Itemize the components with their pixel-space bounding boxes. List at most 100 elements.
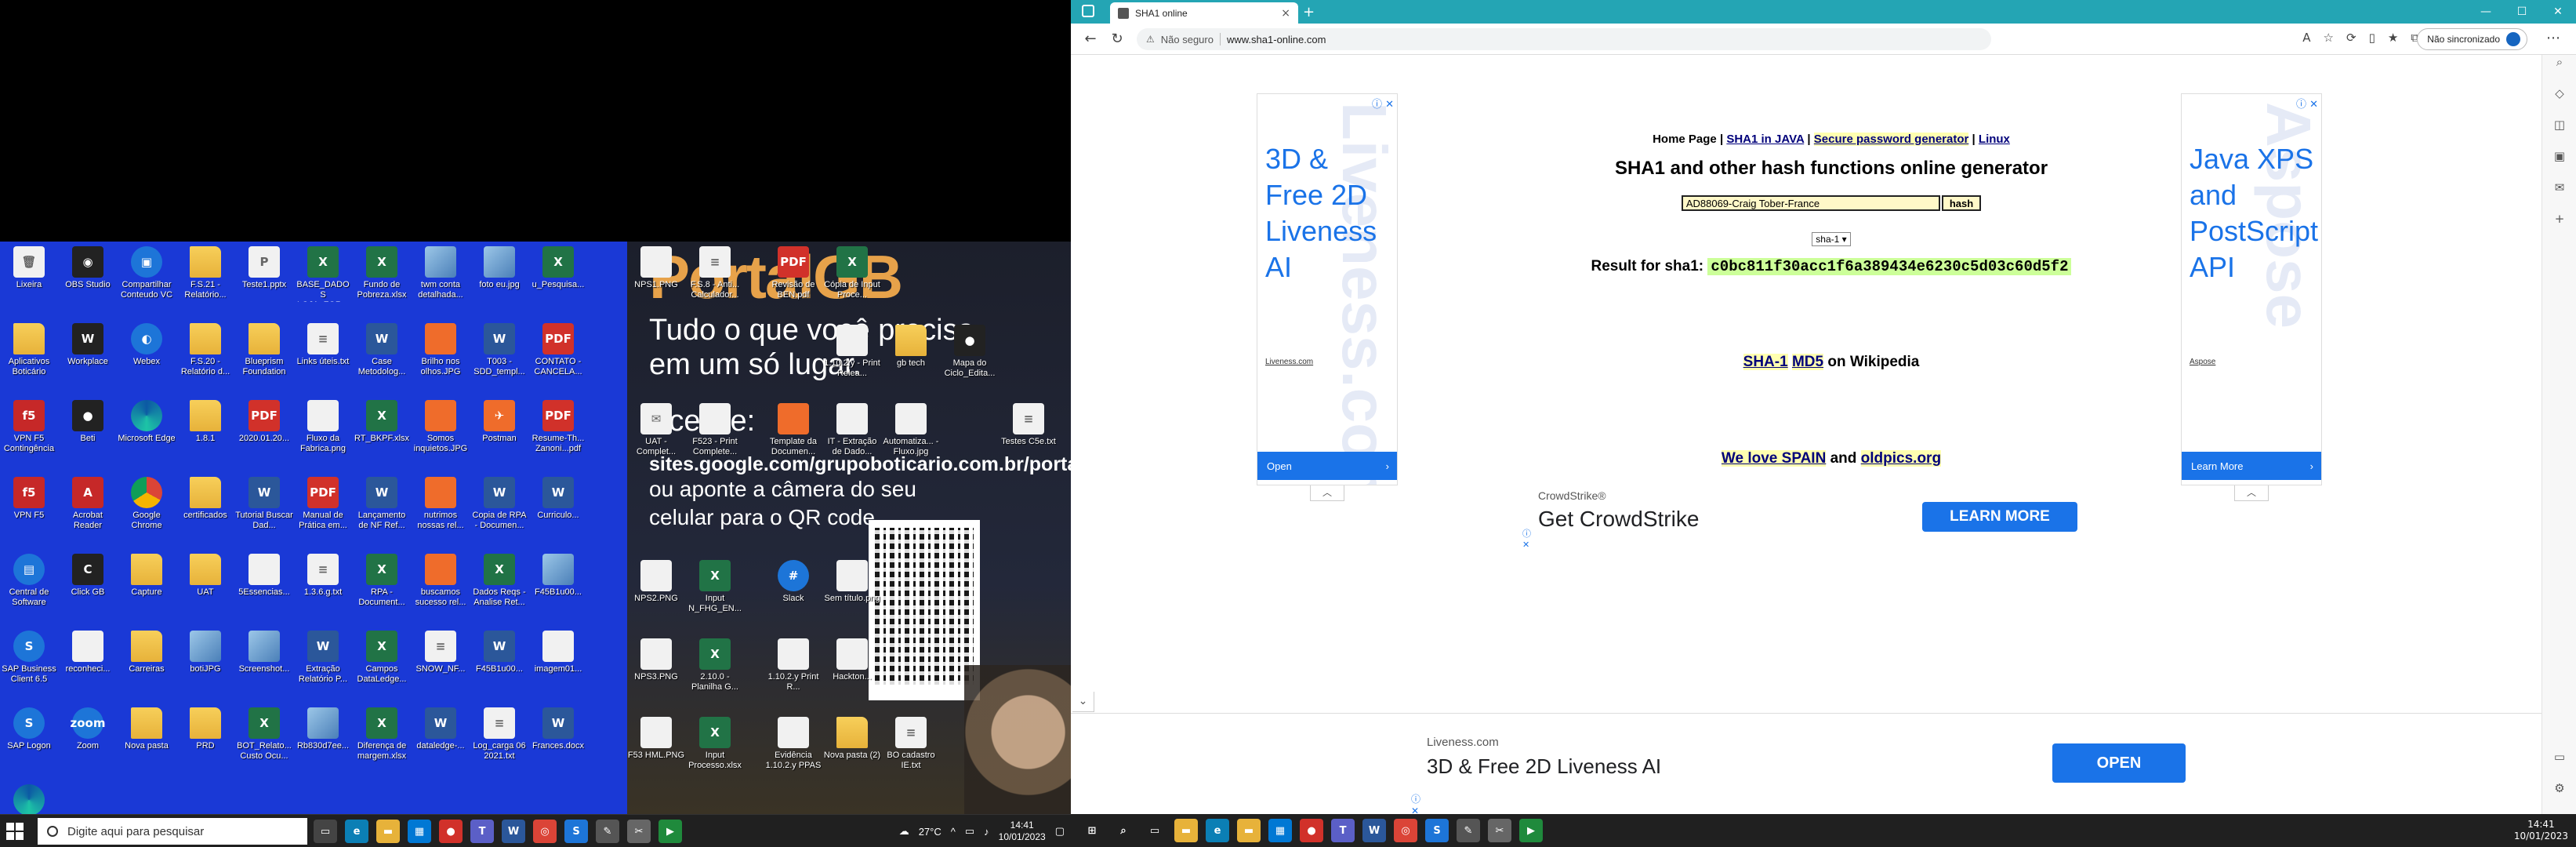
desktop-icon[interactable]: F45B1u00... [529, 552, 587, 626]
desktop-icon[interactable]: 1.10.2.y Print R... [764, 637, 822, 711]
desktop-icon[interactable]: ≡ Testes C5e.txt [1000, 402, 1058, 475]
desktop-icon[interactable]: X RT_BKPF.xlsx [353, 398, 411, 472]
notepad-taskbar-icon[interactable]: ✎ [596, 820, 619, 843]
word-taskbar-icon[interactable]: W [1362, 819, 1386, 842]
desktop-icon[interactable]: Automatiza... - Fluxo.jpg [882, 402, 940, 475]
desktop-icon[interactable]: X Input N_FHG_EN... [686, 558, 744, 632]
desktop-icon[interactable]: ≡ F.S.8 - Anti... Calculador... [686, 245, 744, 318]
desktop-icon[interactable]: W Curriculo... [529, 475, 587, 549]
desktop-icon[interactable]: W Lançamento de NF Ref... [353, 475, 411, 549]
desktop-icon[interactable]: Nova pasta (2) [823, 715, 881, 789]
desktop-icon[interactable]: f5 VPN F5 Contingência [0, 398, 58, 472]
word-taskbar-icon[interactable]: W [502, 820, 525, 843]
desktop-icon[interactable]: Rb830d7ee... [294, 706, 352, 780]
task-view-icon[interactable]: ▭ [1143, 819, 1166, 842]
sidebar-outlook-icon[interactable]: ✉ [2542, 180, 2576, 212]
desktop-icon[interactable]: X Fundo de Pobreza.xlsx [353, 245, 411, 318]
desktop-icon[interactable]: nutrimos nossas rel... [412, 475, 470, 549]
network-icon[interactable]: ▭ [965, 825, 974, 838]
desktop-icon[interactable]: X Input Processo.xlsx [686, 715, 744, 789]
desktop-icon[interactable]: ≡ Log_carga 06 2021.txt [470, 706, 528, 780]
extensions-refresh-icon[interactable]: ⟳ [2346, 31, 2356, 45]
snip-taskbar-icon[interactable]: ✂ [627, 820, 651, 843]
new-tab-button[interactable]: + [1303, 4, 1315, 20]
desktop-icon[interactable]: Capture [118, 552, 176, 626]
taskbar-clock[interactable]: 14:41 10/01/2023 [999, 820, 1046, 843]
minimize-button[interactable]: — [2468, 0, 2504, 24]
address-bar[interactable]: ⚠ Não seguro www.sha1-online.com [1137, 28, 1991, 50]
desktop-icon[interactable]: S SAP Business Client 6.5 [0, 629, 58, 703]
teams-icon[interactable]: T [1331, 819, 1355, 842]
desktop-icon[interactable]: W F45B1u00... [470, 629, 528, 703]
desktop-icon[interactable]: ✈ Postman [470, 398, 528, 472]
desktop-icon[interactable]: 1.8.1 [176, 398, 234, 472]
desktop-icon[interactable]: 🗑 Lixeira [0, 245, 58, 318]
desktop-icon[interactable]: 1.10.2.y - Print Relea... [823, 323, 881, 397]
nav-sha1-java[interactable]: SHA1 in JAVA [1726, 133, 1804, 146]
hash-button[interactable]: hash [1941, 195, 1982, 211]
maximize-button[interactable]: ☐ [2504, 0, 2540, 24]
desktop-icon[interactable]: PDF Revisão de BEN.pdf [764, 245, 822, 318]
desktop-icon[interactable]: ≡ Links úteis.txt [294, 322, 352, 395]
volume-icon[interactable]: ♪ [984, 826, 989, 838]
favorite-add-icon[interactable]: ☆ [2324, 31, 2334, 45]
ad-left-headline[interactable]: 3D & Free 2D Liveness AI [1265, 141, 1391, 285]
desktop-icon[interactable]: Template da Documen... [764, 402, 822, 475]
teams-icon[interactable]: T [470, 820, 494, 843]
desktop-icon[interactable]: zoom Zoom [59, 706, 117, 780]
sap-taskbar-icon[interactable]: S [564, 820, 588, 843]
desktop-icon[interactable]: reconheci... [59, 629, 117, 703]
nav-password-generator[interactable]: Secure password generator [1813, 133, 1969, 146]
read-aloud-icon[interactable]: A [2302, 31, 2310, 45]
close-window-button[interactable]: ✕ [2540, 0, 2576, 24]
desktop-icon[interactable]: NPS3.PNG [627, 637, 685, 711]
desktop-icon[interactable]: PDF 2020.01.20... [235, 398, 293, 472]
adchoices-icon[interactable]: ⓘ ✕ [1411, 792, 1420, 814]
edge-taskbar-icon[interactable]: e [345, 820, 368, 843]
desktop-icon[interactable]: ◐ Webex [118, 322, 176, 395]
desktop-icon[interactable]: ✉ UAT - Complet... [627, 402, 685, 475]
weather-temp[interactable]: 27°C [919, 826, 942, 838]
desktop-icon[interactable]: Aplicativos Boticário [0, 322, 58, 395]
desktop-icon[interactable]: PDF Resume-Th... Zanoni...pdf [529, 398, 587, 472]
desktop-icon[interactable]: X Diferença de margem.xlsx [353, 706, 411, 780]
ad-left-collapse[interactable]: ︿ [1310, 485, 1344, 501]
sidebar-office-icon[interactable]: ▣ [2542, 149, 2576, 180]
desktop-icon[interactable]: W Tutorial Buscar Dad... [235, 475, 293, 549]
folder-taskbar-icon[interactable]: ▬ [1237, 819, 1261, 842]
ad-banner-cta[interactable]: LEARN MORE [1922, 502, 2077, 532]
desktop-icon[interactable]: f5 VPN F5 [0, 475, 58, 549]
desktop-icon[interactable]: twm conta detalhada... [412, 245, 470, 318]
algorithm-select[interactable]: sha-1 ▾ [1812, 232, 1851, 246]
notification-icon[interactable]: ▢ [1055, 825, 1065, 838]
desktop-icon[interactable]: # Slack [764, 558, 822, 632]
edge-taskbar-icon[interactable]: e [1206, 819, 1229, 842]
desktop-icon[interactable]: X Dados Reqs - Analise Ret... [470, 552, 528, 626]
desktop-icon[interactable]: C Click GB [59, 552, 117, 626]
desktop-icon[interactable]: ● Beti [59, 398, 117, 472]
desktop-icon[interactable]: W Extração Relatório P... [294, 629, 352, 703]
desktop-icon[interactable]: Carreiras [118, 629, 176, 703]
desktop-icon[interactable]: F.S.20 - Relatório d... [176, 322, 234, 395]
desktop-icon[interactable]: Brilho nos olhos.JPG [412, 322, 470, 395]
url-text[interactable]: www.sha1-online.com [1227, 34, 1326, 45]
task-view-icon[interactable]: ▭ [314, 820, 337, 843]
app-taskbar-icon[interactable]: ▶ [659, 820, 682, 843]
sap-taskbar-icon[interactable]: S [1425, 819, 1449, 842]
desktop-icon[interactable]: PDF Manual de Prática em... [294, 475, 352, 549]
desktop-icon[interactable]: Blueprism Foundation [235, 322, 293, 395]
refresh-icon[interactable]: ↻ [1108, 31, 1126, 48]
desktop-icon[interactable]: W Frances.docx [529, 706, 587, 780]
desktop-icon[interactable]: PRD [176, 706, 234, 780]
taskbar-clock[interactable]: 14:41 10/01/2023 [2514, 819, 2568, 842]
desktop-icon[interactable]: Somos inquietos.JPG [412, 398, 470, 472]
desktop-icon[interactable]: Xu_Pesquisa... [529, 245, 587, 318]
postman-taskbar-icon[interactable]: ● [439, 820, 463, 843]
desktop-icon[interactable]: ≡ 1.3.6.g.txt [294, 552, 352, 626]
desktop-icon[interactable]: W Workplace [59, 322, 117, 395]
desktop-icon[interactable]: NPS2.PNG [627, 558, 685, 632]
desktop-icon[interactable]: A Acrobat Reader [59, 475, 117, 549]
desktop-icon[interactable]: UAT [176, 552, 234, 626]
ad-banner-crowdstrike[interactable]: CrowdStrike® Get CrowdStrike LEARN MORE … [1521, 480, 2092, 554]
sidebar-settings-icon[interactable]: ⚙ [2542, 781, 2576, 812]
